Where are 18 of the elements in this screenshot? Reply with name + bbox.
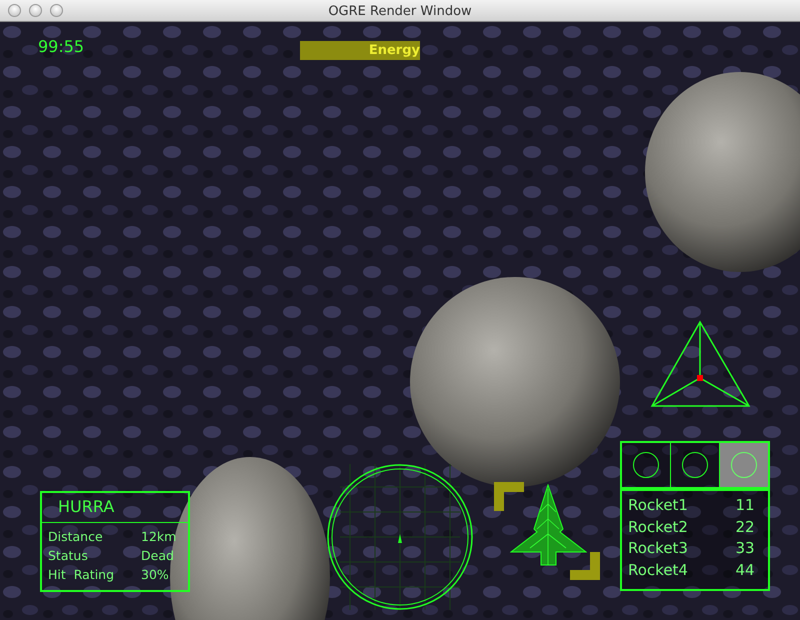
energy-label: Energy xyxy=(368,42,420,60)
window-title: OGRE Render Window xyxy=(328,4,472,19)
rocket-name: Rocket2 xyxy=(628,516,688,538)
rocket-name: Rocket4 xyxy=(628,560,688,580)
target-name: HURRA xyxy=(58,497,114,516)
stat-label: Hit Rating xyxy=(48,566,116,584)
rocket-name: Rocket1 xyxy=(628,495,688,516)
stat-value: 30% xyxy=(141,566,169,584)
rocket-count: 11 xyxy=(734,495,756,516)
rocket-count: 33 xyxy=(734,538,756,559)
timer-text: 99:55 xyxy=(38,36,84,58)
rocket-count: 44 xyxy=(734,560,756,580)
rocket-name: Rocket3 xyxy=(628,538,688,559)
rocket-count: 22 xyxy=(734,516,756,538)
stat-value: Dead xyxy=(141,547,174,565)
stat-label: Status xyxy=(48,547,89,565)
stat-value: 12km xyxy=(141,528,176,546)
stat-label: Distance xyxy=(48,528,104,546)
